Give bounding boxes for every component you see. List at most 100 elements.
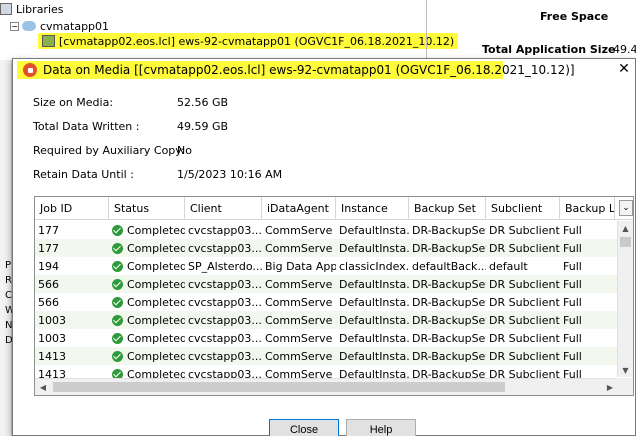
table-cell: SP_Alsterdo... (188, 259, 262, 273)
vertical-scroll-thumb[interactable] (620, 237, 631, 247)
table-row[interactable]: 194 Completed SP_Alsterdo... Big Data Apps c… (35, 257, 618, 275)
table-cell: 194 (38, 259, 59, 273)
column-header[interactable]: Subclient (486, 197, 560, 220)
table-cell: Full (563, 349, 582, 363)
retain-until-label: Retain Data Until : (33, 168, 134, 181)
tree-item-cvmatapp01[interactable]: − cvmatapp01 (10, 18, 109, 34)
table-cell: CommServe ... (265, 295, 336, 309)
table-cell: CommServe ... (265, 277, 336, 291)
table-cell: DR-BackupSet (412, 331, 486, 345)
total-app-size-value: 49.4 (613, 43, 636, 56)
tree-item-selected-media[interactable]: [cvmatapp02.eos.lcl] ews-92-cvmatapp01 (… (38, 33, 459, 49)
help-button[interactable]: Help (346, 419, 416, 436)
table-row[interactable]: 1413 Completedcvcstapp03....CommServe ...… (35, 347, 618, 365)
table-cell: 177 (38, 241, 59, 255)
table-cell: DefaultInsta... (339, 295, 409, 309)
status-text: Completed (127, 277, 185, 291)
status-cell: Completed (109, 257, 185, 275)
status-text: Completed (127, 241, 185, 255)
tree-collapse-icon[interactable]: − (10, 21, 19, 31)
table-cell: DR-BackupSet (412, 223, 486, 237)
table-cell: CommServe ... (265, 313, 336, 327)
check-circle-icon (112, 332, 123, 344)
table-cell: 177 (38, 223, 59, 237)
size-on-media-value: 52.56 GB (177, 96, 229, 109)
close-icon[interactable]: ✕ (617, 62, 631, 76)
table-cell: cvcstapp03.... (188, 349, 262, 363)
column-chooser-icon[interactable]: ⌄ (619, 200, 633, 216)
table-cell: default (489, 259, 528, 273)
properties-pane: Free Space Total Application Size 49.4 (426, 0, 636, 58)
media-icon (42, 35, 55, 47)
table-cell: defaultBack... (412, 259, 486, 273)
table-cell: cvcstapp03.... (188, 295, 262, 309)
dialog-titlebar[interactable]: Data on Media [[cvmatapp02.eos.lcl] ews-… (13, 59, 635, 81)
data-on-media-dialog: Data on Media [[cvmatapp02.eos.lcl] ews-… (12, 58, 636, 436)
horizontal-scrollbar[interactable]: ◀ ▶ (35, 378, 618, 395)
aux-copy-label: Required by Auxiliary Copy: (33, 144, 185, 157)
table-cell: DR Subclient (489, 223, 560, 237)
table-cell: Full (563, 223, 582, 237)
retain-until-value: 1/5/2023 10:16 AM (177, 168, 283, 181)
scroll-left-icon[interactable]: ◀ (35, 379, 51, 395)
server-icon (22, 21, 36, 31)
check-circle-icon (112, 224, 123, 236)
table-cell: DR Subclient (489, 277, 560, 291)
table-row[interactable]: 1003 Completedcvcstapp03....CommServe ...… (35, 311, 618, 329)
check-circle-icon (112, 296, 123, 308)
total-app-size-label: Total Application Size (482, 43, 616, 56)
table-cell: Full (563, 259, 582, 273)
total-data-written-value: 49.59 GB (177, 120, 229, 133)
scroll-up-icon[interactable]: ▲ (618, 221, 633, 235)
table-cell: cvcstapp03.... (188, 223, 262, 237)
table-cell: DefaultInsta... (339, 349, 409, 363)
table-cell: Full (563, 241, 582, 255)
libraries-icon (0, 3, 12, 15)
status-cell: Completed (109, 311, 185, 329)
aux-copy-value: No (177, 144, 192, 157)
commvault-app-icon (23, 63, 37, 77)
free-space-label: Free Space (540, 10, 609, 23)
table-header: Job ID Status Client iDataAgent Instance Back… (35, 197, 633, 220)
table-cell: Big Data Apps (265, 259, 336, 273)
table-cell: DefaultInsta... (339, 277, 409, 291)
table-cell: cvcstapp03.... (188, 313, 262, 327)
column-header[interactable]: iDataAgent (262, 197, 336, 220)
table-cell: cvcstapp03.... (188, 241, 262, 255)
horizontal-scroll-thumb[interactable] (53, 382, 505, 392)
left-edge-panel: P R C W N D (0, 60, 15, 436)
table-row[interactable]: 177 Completedcvcstapp03....CommServe ... D… (35, 239, 618, 257)
status-text: Completed (127, 313, 185, 327)
table-cell: DefaultInsta... (339, 331, 409, 345)
column-header[interactable]: Backup Set (409, 197, 486, 220)
table-cell: 1003 (38, 313, 66, 327)
status-text: Completed (127, 259, 185, 273)
table-cell: DR Subclient (489, 295, 560, 309)
table-row[interactable]: 566Completedcvcstapp03....CommServe ...D… (35, 293, 618, 311)
check-circle-icon (112, 260, 123, 272)
table-cell: DR Subclient (489, 313, 560, 327)
table-cell: CommServe ... (265, 241, 336, 255)
vertical-scrollbar[interactable]: ▲ ▼ (617, 221, 633, 377)
scroll-down-icon[interactable]: ▼ (618, 363, 633, 377)
table-cell: DR-BackupSet (412, 349, 486, 363)
column-header[interactable]: Instance (336, 197, 409, 220)
table-cell: DefaultInsta... (339, 223, 409, 237)
table-cell: DR-BackupSet (412, 241, 486, 255)
table-cell: 1413 (38, 349, 66, 363)
table-cell: 1003 (38, 331, 66, 345)
scroll-right-icon[interactable]: ▶ (602, 379, 618, 395)
table-row[interactable]: 1003 Completedcvcstapp03....CommServe ...… (35, 329, 618, 347)
column-header[interactable]: Client (185, 197, 262, 220)
table-cell: DR Subclient (489, 331, 560, 345)
dialog-title: Data on Media [[cvmatapp02.eos.lcl] ews-… (43, 63, 575, 77)
table-row[interactable]: 566Completedcvcstapp03....CommServe ...D… (35, 275, 618, 293)
close-button[interactable]: Close (269, 419, 339, 436)
column-header[interactable]: Status (109, 197, 185, 220)
tree-item-libraries[interactable]: Libraries (0, 1, 64, 17)
column-header[interactable]: Backup Lev (560, 197, 615, 220)
column-header[interactable]: Job ID (35, 197, 109, 220)
table-cell: DR Subclient (489, 349, 560, 363)
table-row[interactable]: 177Completedcvcstapp03....CommServe ...D… (35, 221, 618, 239)
status-cell: Completed (109, 221, 185, 239)
